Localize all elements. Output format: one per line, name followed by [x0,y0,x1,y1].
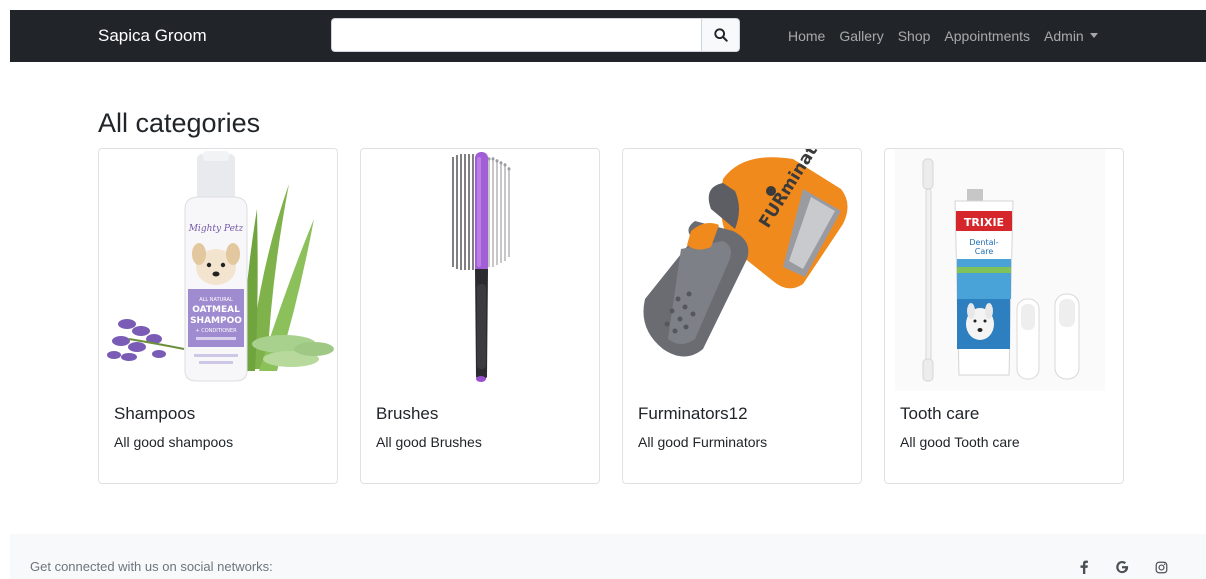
category-description: All good Tooth care [900,434,1020,450]
nav-appointments[interactable]: Appointments [937,10,1037,62]
top-strip [0,0,1206,10]
svg-text:Mighty Petz: Mighty Petz [188,224,244,234]
google-icon[interactable] [1114,559,1130,575]
nav-admin-dropdown[interactable]: Admin [1037,10,1105,62]
category-description: All good Brushes [376,434,482,450]
nav-gallery[interactable]: Gallery [832,10,890,62]
pet-brush-image [452,152,511,382]
category-card-brushes[interactable]: Brushes All good Brushes [360,148,600,484]
navbar: Sapica Groom Home Gallery Shop Appointme… [10,10,1206,62]
instagram-icon[interactable] [1153,559,1169,575]
search-button[interactable] [701,18,740,52]
search-input[interactable] [331,18,701,52]
footer-social-text: Get connected with us on social networks… [30,559,273,574]
svg-text:TRIXIE: TRIXIE [964,216,1004,229]
svg-text:Dental-: Dental- [969,238,998,247]
nav-shop[interactable]: Shop [891,10,938,62]
search-icon [713,28,728,42]
svg-text:ALL NATURAL: ALL NATURAL [199,297,233,303]
category-title: Tooth care [900,404,980,423]
nav-admin-label: Admin [1044,28,1084,44]
nav-home[interactable]: Home [788,10,832,62]
svg-text:OATMEAL: OATMEAL [192,305,240,315]
toothpaste-kit-image: TRIXIE Dental- Care [895,149,1105,391]
furminator-tool-image: FURminator [643,149,848,357]
nav-links: Home Gallery Shop Appointments Admin [788,10,1105,62]
svg-text:SHAMPOO: SHAMPOO [190,316,242,326]
category-title: Shampoos [114,404,196,423]
category-card-shampoos[interactable]: Mighty Petz ALL NATURAL OATMEAL SHAMPOO … [98,148,338,484]
brand-link[interactable]: Sapica Groom [98,24,207,48]
caret-down-icon [1089,33,1098,38]
facebook-icon[interactable] [1076,559,1092,575]
category-title: Brushes [376,404,439,423]
svg-text:+ CONDITIONER: + CONDITIONER [195,328,237,334]
footer: Get connected with us on social networks… [10,534,1206,579]
shampoo-bottle-image: Mighty Petz ALL NATURAL OATMEAL SHAMPOO … [107,151,334,382]
svg-text:Care: Care [975,247,994,256]
category-description: All good shampoos [114,434,234,450]
page-title: All categories [98,108,261,138]
category-title: Furminators12 [638,404,748,423]
category-card-furminators[interactable]: FURminator Furminators12 All good Furmin… [622,148,862,484]
category-description: All good Furminators [638,434,768,450]
category-card-tooth-care[interactable]: TRIXIE Dental- Care Tooth care All good … [884,148,1124,484]
